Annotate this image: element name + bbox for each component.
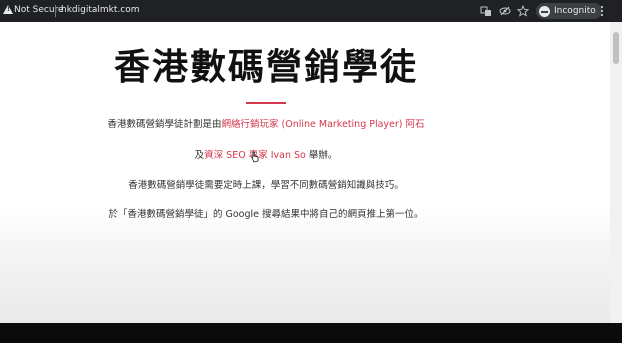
warning-icon[interactable] [3,5,13,14]
course-description: 香港數碼營銷學徒需要定時上課，學習不同數碼營銷知識與技巧。 [128,180,404,191]
incognito-badge[interactable]: Incognito [536,3,602,19]
page-title: 香港數碼營銷學徒 [113,47,418,88]
goal-description: 於「香港數碼營銷學徒」的 Google 搜尋結果中將自己的網頁推上第一位。 [108,209,424,220]
translate-icon[interactable] [480,5,492,17]
intro-line-1: 香港數碼營銷學徒計劃是由網絡行銷玩家 (Online Marketing Pla… [0,116,532,130]
pointer-cursor-icon [251,151,259,163]
more-icon[interactable] [600,5,604,17]
intro-text-2: 及 [194,150,205,161]
scrollbar-thumb[interactable] [613,32,619,64]
page-viewport: 香港數碼營銷學徒 香港數碼營銷學徒計劃是由網絡行銷玩家 (Online Mark… [0,22,622,323]
star-icon[interactable] [516,4,530,17]
online-marketing-player-link[interactable]: 網絡行銷玩家 (Online Marketing Player) 阿石 [221,119,424,130]
intro-text-3: 舉辦。 [305,150,338,161]
intro-line-2: 及資深 SEO 專家 Ivan So 舉辦。 [0,147,532,161]
vertical-scrollbar[interactable] [610,22,622,323]
intro-text-1: 香港數碼營銷學徒計劃是由 [107,119,222,130]
browser-toolbar: Not Secure hkdigitalmkt.com Incognito [0,0,622,22]
eye-off-icon[interactable] [499,5,511,17]
address-separator [55,5,56,17]
bottom-bar [0,323,622,343]
address-bar-url[interactable]: hkdigitalmkt.com [61,5,139,15]
incognito-label: Incognito [554,6,596,16]
title-divider [246,102,286,104]
incognito-icon [539,5,550,17]
security-label[interactable]: Not Secure [14,5,64,15]
